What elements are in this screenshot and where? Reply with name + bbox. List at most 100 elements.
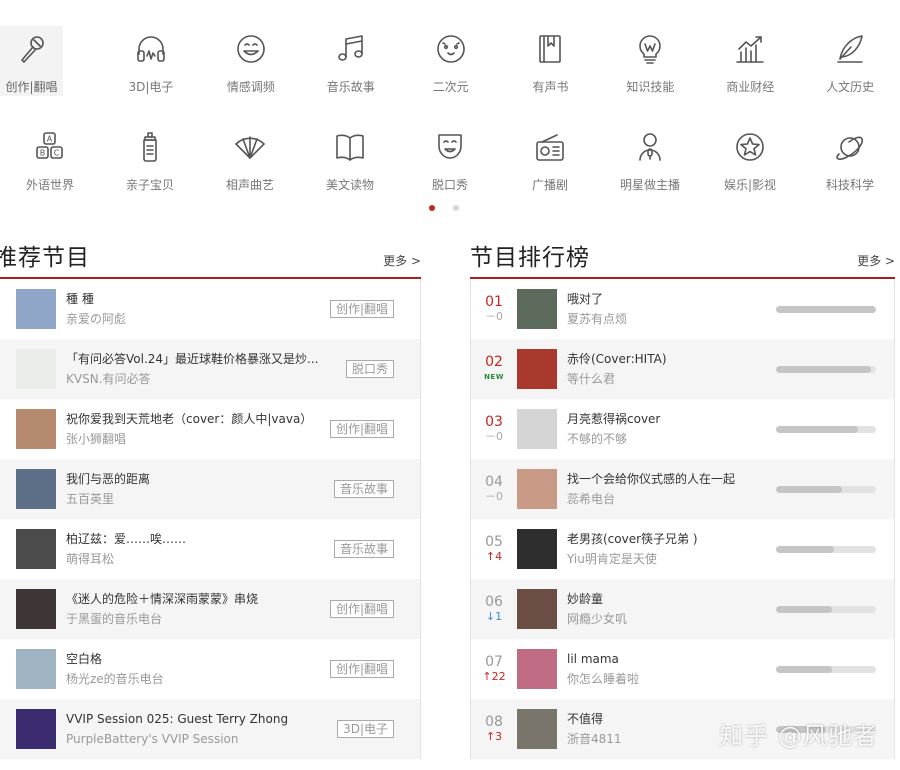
watermark: 知乎 @风驰者 xyxy=(719,722,878,750)
cover-thumbnail[interactable] xyxy=(517,529,557,569)
category-item[interactable]: 情感调频 xyxy=(201,26,301,96)
category-item[interactable]: 广播剧 xyxy=(500,124,600,194)
category-item[interactable]: 脱口秀 xyxy=(400,124,500,194)
item-author[interactable]: 亲爱の阿彪 xyxy=(66,310,321,328)
category-item[interactable]: 商业财经 xyxy=(700,26,800,96)
list-item[interactable]: 《迷人的危险＋情深深雨蒙蒙》串烧 于黑蛋的音乐电台 创作|翻唱 xyxy=(0,579,420,639)
list-item[interactable]: 種 種 亲爱の阿彪 创作|翻唱 xyxy=(0,279,420,339)
item-title[interactable]: VVIP Session 025: Guest Terry Zhong xyxy=(66,710,321,728)
category-item[interactable]: 明星做主播 xyxy=(600,124,700,194)
item-author[interactable]: 杨光ze的音乐电台 xyxy=(66,670,321,688)
heat-bar-fill xyxy=(776,546,834,553)
item-author[interactable]: PurpleBattery's VVIP Session xyxy=(66,730,321,748)
cover-thumbnail[interactable] xyxy=(16,409,56,449)
item-author[interactable]: 五百英里 xyxy=(66,490,321,508)
list-item[interactable]: 我们与恶的距离 五百英里 音乐故事 xyxy=(0,459,420,519)
cover-thumbnail[interactable] xyxy=(16,469,56,509)
item-author[interactable]: 不够的不够 xyxy=(567,430,767,448)
ranking-row[interactable]: 05 ↑4 老男孩(cover筷子兄弟 ) Yiu明肯定是天使 xyxy=(471,519,894,579)
category-tag[interactable]: 创作|翻唱 xyxy=(329,660,394,678)
ranking-row[interactable]: 04 －0 找一个会给你仪式感的人在一起 蕊希电台 xyxy=(471,459,894,519)
category-item[interactable]: 3D|电子 xyxy=(101,26,201,96)
item-title[interactable]: 哦对了 xyxy=(567,290,767,308)
category-item[interactable]: 娱乐|影视 xyxy=(700,124,800,194)
category-tag[interactable]: 创作|翻唱 xyxy=(329,300,394,318)
category-tag[interactable]: 创作|翻唱 xyxy=(329,420,394,438)
category-tag[interactable]: 音乐故事 xyxy=(333,480,394,498)
category-item[interactable]: 创作|翻唱 xyxy=(0,26,64,96)
item-author[interactable]: 于黑蛋的音乐电台 xyxy=(66,610,321,628)
cover-thumbnail[interactable] xyxy=(517,649,557,689)
list-item[interactable]: 「有问必答Vol.24」最近球鞋价格暴涨又是炒... KVSN.有问必答 脱口秀 xyxy=(0,339,420,399)
ranking-row[interactable]: 03 －0 月亮惹得祸cover 不够的不够 xyxy=(471,399,894,459)
category-item[interactable]: 有声书 xyxy=(501,26,601,96)
item-title[interactable]: 柏辽兹：爱……唉…… xyxy=(66,530,321,548)
category-item[interactable]: 美文读物 xyxy=(300,124,400,194)
item-title[interactable]: 「有问必答Vol.24」最近球鞋价格暴涨又是炒... xyxy=(66,350,321,368)
item-author[interactable]: 你怎么睡着啦 xyxy=(567,670,767,688)
item-author[interactable]: 网瘾少女叽 xyxy=(567,610,767,628)
more-link[interactable]: 更多 > xyxy=(857,252,895,269)
item-title[interactable]: 赤伶(Cover:HITA) xyxy=(567,350,767,368)
category-item[interactable]: 亲子宝贝 xyxy=(100,124,200,194)
cover-thumbnail[interactable] xyxy=(16,709,56,749)
item-author[interactable]: 等什么君 xyxy=(567,370,767,388)
item-title[interactable]: 妙龄童 xyxy=(567,590,767,608)
rank-number: 06 xyxy=(485,594,503,610)
cover-thumbnail[interactable] xyxy=(517,289,557,329)
item-title[interactable]: 《迷人的危险＋情深深雨蒙蒙》串烧 xyxy=(66,590,321,608)
item-author[interactable]: 夏苏有点烦 xyxy=(567,310,767,328)
heat-bar xyxy=(776,606,876,613)
category-item[interactable]: 音乐故事 xyxy=(301,26,401,96)
item-info: 空白格 杨光ze的音乐电台 xyxy=(66,650,321,688)
category-item[interactable]: 二次元 xyxy=(401,26,501,96)
item-author[interactable]: 张小狮翻唱 xyxy=(66,430,321,448)
list-item[interactable]: 祝你爱我到天荒地老（cover：颜人中|vava） 张小狮翻唱 创作|翻唱 xyxy=(0,399,420,459)
item-title[interactable]: lil mama xyxy=(567,650,767,668)
item-author[interactable]: KVSN.有问必答 xyxy=(66,370,321,388)
category-item[interactable]: 相声曲艺 xyxy=(200,124,300,194)
cover-thumbnail[interactable] xyxy=(16,589,56,629)
cover-thumbnail[interactable] xyxy=(517,589,557,629)
item-title[interactable]: 月亮惹得祸cover xyxy=(567,410,767,428)
carousel-dot-active[interactable] xyxy=(429,205,435,211)
ranking-row[interactable]: 01 －0 哦对了 夏苏有点烦 xyxy=(471,279,894,339)
list-item[interactable]: 柏辽兹：爱……唉…… 萌得耳松 音乐故事 xyxy=(0,519,420,579)
cover-thumbnail[interactable] xyxy=(517,469,557,509)
category-tag[interactable]: 音乐故事 xyxy=(333,540,394,558)
item-author[interactable]: 蕊希电台 xyxy=(567,490,767,508)
list-item[interactable]: 空白格 杨光ze的音乐电台 创作|翻唱 xyxy=(0,639,420,699)
ranking-row[interactable]: 02 NEW 赤伶(Cover:HITA) 等什么君 xyxy=(471,339,894,399)
item-info: 我们与恶的距离 五百英里 xyxy=(66,470,321,508)
cover-thumbnail[interactable] xyxy=(517,349,557,389)
item-title[interactable]: 老男孩(cover筷子兄弟 ) xyxy=(567,530,767,548)
cover-thumbnail[interactable] xyxy=(517,409,557,449)
carousel-dot[interactable] xyxy=(453,205,459,211)
category-item[interactable]: A B C 外语世界 xyxy=(0,124,100,194)
item-title[interactable]: 空白格 xyxy=(66,650,321,668)
ranking-row[interactable]: 06 ↓1 妙龄童 网瘾少女叽 xyxy=(471,579,894,639)
cover-thumbnail[interactable] xyxy=(16,349,56,389)
item-title[interactable]: 種 種 xyxy=(66,290,321,308)
category-tag[interactable]: 脱口秀 xyxy=(345,360,394,378)
category-item[interactable]: 人文历史 xyxy=(800,26,900,96)
microphone-icon xyxy=(15,32,49,70)
item-title[interactable]: 找一个会给你仪式感的人在一起 xyxy=(567,470,767,488)
list-item[interactable]: VVIP Session 025: Guest Terry Zhong Purp… xyxy=(0,699,420,759)
item-author[interactable]: 萌得耳松 xyxy=(66,550,321,568)
item-title[interactable]: 祝你爱我到天荒地老（cover：颜人中|vava） xyxy=(66,410,321,428)
category-item[interactable]: 科技科学 xyxy=(800,124,900,194)
category-label: 创作|翻唱 xyxy=(5,80,58,94)
category-item[interactable]: 知识技能 xyxy=(600,26,700,96)
more-link[interactable]: 更多 > xyxy=(383,252,421,269)
cover-thumbnail[interactable] xyxy=(16,529,56,569)
cover-thumbnail[interactable] xyxy=(517,709,557,749)
item-title[interactable]: 我们与恶的距离 xyxy=(66,470,321,488)
cover-thumbnail[interactable] xyxy=(16,649,56,689)
category-tag[interactable]: 3D|电子 xyxy=(337,720,394,738)
item-author[interactable]: Yiu明肯定是天使 xyxy=(567,550,767,568)
ranking-row[interactable]: 07 ↑22 lil mama 你怎么睡着啦 xyxy=(471,639,894,699)
category-tag[interactable]: 创作|翻唱 xyxy=(329,600,394,618)
mask-icon xyxy=(433,130,467,168)
cover-thumbnail[interactable] xyxy=(16,289,56,329)
